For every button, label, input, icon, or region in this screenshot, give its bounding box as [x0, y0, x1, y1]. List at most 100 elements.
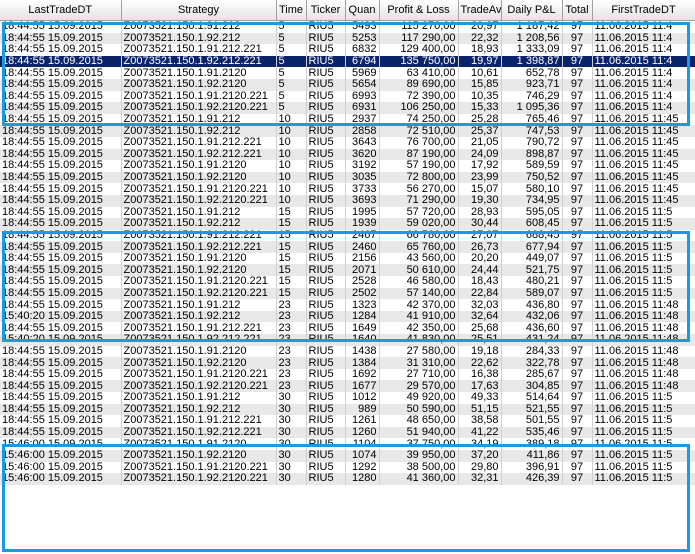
col-header-daily-pl[interactable]: Daily P&L	[501, 0, 563, 21]
cell-daily-pl: 595,05	[501, 206, 563, 219]
table-row[interactable]: 18:44:55 15.09.2015 Z0073521.150.1.91.212…	[0, 392, 695, 404]
cell-last-trade-dt: 15:46:00 15.09.2015	[0, 438, 122, 450]
cell-last-trade-dt: 18:44:55 15.09.2015	[0, 392, 122, 404]
cell-ticker: RIU5	[306, 241, 346, 253]
cell-first-trade-dt: 11.06.2015 11:5	[592, 473, 695, 485]
table-row[interactable]: 18:44:55 15.09.2015 Z0073521.150.1.91.212…	[0, 276, 695, 288]
cell-time: 30	[276, 392, 307, 404]
table-row[interactable]: 18:44:55 15.09.2015 Z0073521.150.1.92.212…	[0, 287, 695, 300]
cell-daily-pl: 501,55	[501, 415, 563, 427]
cell-profit-loss: 65 760,00	[379, 241, 459, 253]
table-row[interactable]: 18:44:55 15.09.2015 Z0073521.150.1.91.212…	[0, 67, 695, 79]
table-row[interactable]: 18:44:55 15.09.2015 Z0073521.150.1.92.212…	[0, 171, 695, 184]
cell-total: 97	[562, 67, 593, 79]
cell-profit-loss: 115 270,00	[379, 20, 459, 33]
table-row[interactable]: 18:44:55 15.09.2015 Z0073521.150.1.91.212…	[0, 229, 695, 242]
table-row[interactable]: 18:44:55 15.09.2015 Z0073521.150.1.91.212…	[0, 299, 695, 311]
cell-time: 30	[276, 403, 307, 416]
cell-quantity: 5969	[345, 67, 380, 79]
table-row[interactable]: 18:44:55 15.09.2015 Z0073521.150.1.92.212…	[0, 78, 695, 91]
cell-last-trade-dt: 18:44:55 15.09.2015	[0, 171, 122, 184]
cell-total: 97	[562, 125, 593, 137]
table-row[interactable]: 18:44:55 15.09.2015 Z0073521.150.1.92.212…	[0, 148, 695, 161]
col-header-trade-avg[interactable]: TradeAv	[458, 0, 502, 21]
cell-time: 15	[276, 229, 307, 242]
cell-profit-loss: 59 020,00	[379, 218, 459, 230]
cell-quantity: 1012	[345, 392, 380, 404]
table-row[interactable]: 18:44:55 15.09.2015 Z0073521.150.1.91.212…	[0, 183, 695, 195]
table-row[interactable]: 18:44:55 15.09.2015 Z0073521.150.1.91.212…	[0, 206, 695, 219]
cell-trade-avg: 22,62	[458, 357, 502, 369]
table-row[interactable]: 15:46:00 15.09.2015 Z0073521.150.1.92.212…	[0, 449, 695, 462]
table-row[interactable]: 18:44:55 15.09.2015 Z0073521.150.1.92.212…	[0, 403, 695, 416]
cell-profit-loss: 46 580,00	[379, 276, 459, 288]
cell-profit-loss: 42 350,00	[379, 322, 459, 335]
cell-time: 5	[276, 44, 307, 56]
data-grid[interactable]: LastTradeDT Strategy Time Ticker Quan Pr…	[0, 0, 695, 554]
cell-total: 97	[562, 415, 593, 427]
table-row[interactable]: 18:44:55 15.09.2015 Z0073521.150.1.91.212…	[0, 136, 695, 149]
cell-daily-pl: 449,07	[501, 252, 563, 265]
col-header-strategy[interactable]: Strategy	[121, 0, 277, 21]
table-row[interactable]: 18:44:55 15.09.2015 Z0073521.150.1.91.212…	[0, 20, 695, 33]
table-row-selected[interactable]: 18:44:55 15.09.2015 Z0073521.150.1.92.212…	[0, 55, 695, 68]
table-row[interactable]: 15:46:00 15.09.2015 Z0073521.150.1.91.212…	[0, 461, 695, 474]
table-row[interactable]: 18:44:55 15.09.2015 Z0073521.150.1.92.212…	[0, 102, 695, 114]
col-header-profit-loss[interactable]: Profit & Loss	[379, 0, 459, 21]
cell-quantity: 5253	[345, 32, 380, 45]
cell-first-trade-dt: 11.06.2015 11:5	[592, 206, 695, 219]
table-row[interactable]: 18:44:55 15.09.2015 Z0073521.150.1.92.212…	[0, 241, 695, 253]
table-row[interactable]: 15:40:20 15.09.2015 Z0073521.150.1.92.212…	[0, 334, 695, 346]
cell-trade-avg: 29,80	[458, 461, 502, 474]
table-row[interactable]: 18:44:55 15.09.2015 Z0073521.150.1.91.212…	[0, 113, 695, 126]
table-row[interactable]: 15:46:00 15.09.2015 Z0073521.150.1.91.212…	[0, 438, 695, 450]
cell-ticker: RIU5	[306, 194, 346, 207]
cell-ticker: RIU5	[306, 345, 346, 358]
table-row[interactable]: 18:44:55 15.09.2015 Z0073521.150.1.92.212…	[0, 426, 695, 439]
table-row[interactable]: 15:46:00 15.09.2015 Z0073521.150.1.92.212…	[0, 473, 695, 485]
table-row[interactable]: 18:44:55 15.09.2015 Z0073521.150.1.92.212…	[0, 125, 695, 137]
table-row[interactable]: 18:44:55 15.09.2015 Z0073521.150.1.92.212…	[0, 357, 695, 369]
table-row[interactable]: 18:44:55 15.09.2015 Z0073521.150.1.91.212…	[0, 90, 695, 103]
table-row[interactable]: 18:44:55 15.09.2015 Z0073521.150.1.92.212…	[0, 380, 695, 392]
col-header-quantity[interactable]: Quan	[345, 0, 380, 21]
cell-time: 10	[276, 194, 307, 207]
col-header-last-trade-dt[interactable]: LastTradeDT	[0, 0, 122, 21]
cell-ticker: RIU5	[306, 287, 346, 300]
cell-last-trade-dt: 18:44:55 15.09.2015	[0, 78, 122, 91]
cell-ticker: RIU5	[306, 368, 346, 381]
cell-time: 15	[276, 287, 307, 300]
col-header-first-trade-dt[interactable]: FirstTradeDT	[592, 0, 695, 21]
table-row[interactable]: 18:44:55 15.09.2015 Z0073521.150.1.91.212…	[0, 322, 695, 335]
table-row[interactable]: 18:44:55 15.09.2015 Z0073521.150.1.92.212…	[0, 194, 695, 207]
cell-last-trade-dt: 15:46:00 15.09.2015	[0, 461, 122, 474]
cell-time: 23	[276, 368, 307, 381]
cell-strategy: Z0073521.150.1.91.212	[121, 206, 277, 219]
cell-time: 30	[276, 415, 307, 427]
table-row[interactable]: 18:44:55 15.09.2015 Z0073521.150.1.92.212…	[0, 264, 695, 277]
table-row[interactable]: 18:44:55 15.09.2015 Z0073521.150.1.91.212…	[0, 44, 695, 56]
col-header-time[interactable]: Time	[276, 0, 307, 21]
cell-strategy: Z0073521.150.1.92.2120.221	[121, 194, 277, 207]
table-row[interactable]: 18:44:55 15.09.2015 Z0073521.150.1.91.212…	[0, 415, 695, 427]
cell-profit-loss: 76 700,00	[379, 136, 459, 149]
cell-last-trade-dt: 18:44:55 15.09.2015	[0, 125, 122, 137]
cell-strategy: Z0073521.150.1.92.212.221	[121, 55, 277, 68]
col-header-ticker[interactable]: Ticker	[306, 0, 346, 21]
cell-trade-avg: 38,58	[458, 415, 502, 427]
table-row[interactable]: 18:44:55 15.09.2015 Z0073521.150.1.91.212…	[0, 160, 695, 172]
table-row[interactable]: 18:44:55 15.09.2015 Z0073521.150.1.92.212…	[0, 218, 695, 230]
table-row[interactable]: 18:44:55 15.09.2015 Z0073521.150.1.91.212…	[0, 368, 695, 381]
table-row[interactable]: 18:44:55 15.09.2015 Z0073521.150.1.91.212…	[0, 252, 695, 265]
cell-total: 97	[562, 357, 593, 369]
table-row[interactable]: 15:40:20 15.09.2015 Z0073521.150.1.92.212…	[0, 310, 695, 323]
col-header-total[interactable]: Total	[562, 0, 593, 21]
cell-total: 97	[562, 380, 593, 392]
table-row[interactable]: 18:44:55 15.09.2015 Z0073521.150.1.92.212…	[0, 32, 695, 45]
cell-ticker: RIU5	[306, 136, 346, 149]
cell-strategy: Z0073521.150.1.92.2120	[121, 357, 277, 369]
cell-total: 97	[562, 264, 593, 277]
cell-ticker: RIU5	[306, 67, 346, 79]
table-row[interactable]: 18:44:55 15.09.2015 Z0073521.150.1.91.212…	[0, 345, 695, 358]
cell-profit-loss: 29 570,00	[379, 380, 459, 392]
